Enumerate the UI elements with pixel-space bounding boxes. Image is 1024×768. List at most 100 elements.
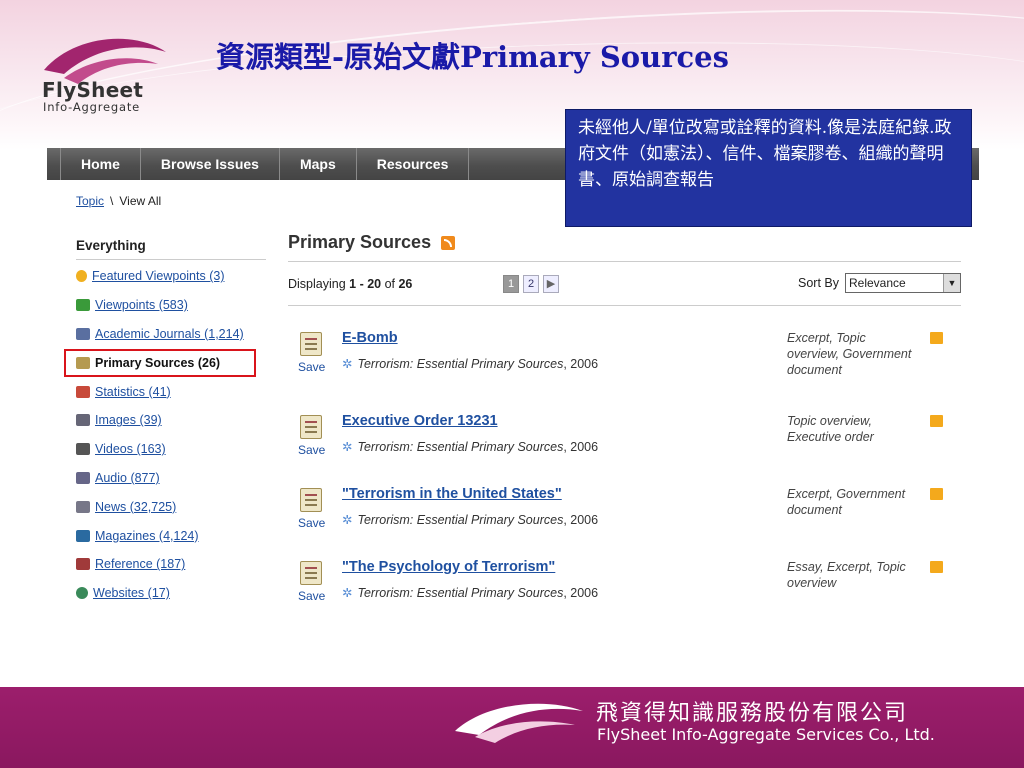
sidebar-item-label[interactable]: Magazines (4,124) <box>95 529 199 543</box>
content-flag-icon <box>930 561 943 573</box>
result-item: Save "The Psychology of Terrorism" ✲ Terr… <box>288 557 961 629</box>
sidebar-item-videos[interactable]: Videos (163) <box>76 435 271 464</box>
document-scroll-icon[interactable] <box>300 561 322 585</box>
result-doc-types: Excerpt, Topic overview, Government docu… <box>787 331 912 377</box>
displaying-of: of <box>381 276 399 291</box>
company-name-chinese: 飛資得知識服務股份有限公司 <box>596 701 909 726</box>
result-source-title: Terrorism: Essential Primary Sources <box>357 440 564 454</box>
bar-chart-icon <box>76 385 90 398</box>
nav-resources[interactable]: Resources <box>357 148 470 180</box>
speaker-icon <box>76 471 90 484</box>
breadcrumb-topic-link[interactable]: Topic <box>76 194 104 208</box>
displaying-prefix: Displaying <box>288 276 350 291</box>
slide-footer: 飛資得知識服務股份有限公司 FlySheet Info-Aggregate Se… <box>0 687 1024 768</box>
result-source-title: Terrorism: Essential Primary Sources <box>357 513 564 527</box>
save-button[interactable]: Save <box>298 443 325 457</box>
video-icon <box>76 443 90 456</box>
result-source: ✲ Terrorism: Essential Primary Sources, 2… <box>342 439 598 454</box>
source-sparkle-icon: ✲ <box>342 513 353 527</box>
slide-title: 資源類型-原始文獻Primary Sources <box>216 40 729 74</box>
result-year: , 2006 <box>563 440 599 454</box>
sort-select[interactable]: Relevance ▼ <box>845 273 961 293</box>
sidebar-item-websites[interactable]: Websites (17) <box>76 579 271 608</box>
result-doc-types: Essay, Excerpt, Topic overview <box>787 560 906 590</box>
sidebar-item-featured-viewpoints[interactable]: Featured Viewpoints (3) <box>76 262 271 291</box>
source-sparkle-icon: ✲ <box>342 357 353 371</box>
sidebar-item-label[interactable]: Statistics (41) <box>95 385 171 399</box>
company-name-english: FlySheet Info-Aggregate Services Co., Lt… <box>597 725 935 744</box>
result-source: ✲ Terrorism: Essential Primary Sources, 2… <box>342 356 598 371</box>
save-button[interactable]: Save <box>298 589 325 603</box>
sidebar-item-magazines[interactable]: Magazines (4,124) <box>76 521 271 550</box>
sidebar-item-images[interactable]: Images (39) <box>76 406 271 435</box>
displaying-total: 26 <box>398 276 413 291</box>
document-scroll-icon[interactable] <box>300 415 322 439</box>
displaying-text: Displaying 1 - 20 of 26 <box>288 277 412 291</box>
result-doc-types: Excerpt, Government document <box>787 487 906 517</box>
results-toolbar: Displaying 1 - 20 of 26 1 2 ▶ Sort By Re… <box>288 262 961 306</box>
results-heading: Primary Sources <box>288 232 961 262</box>
results-main: Primary Sources Displaying 1 - 20 of 26 … <box>288 232 961 603</box>
chat-bubbles-icon <box>76 299 90 312</box>
result-source-title: Terrorism: Essential Primary Sources <box>357 357 564 371</box>
sidebar-item-label[interactable]: Audio (877) <box>95 471 160 485</box>
sidebar-item-label[interactable]: Reference (187) <box>95 557 185 571</box>
source-sparkle-icon: ✲ <box>342 440 353 454</box>
sidebar-item-academic-journals[interactable]: Academic Journals (1,214) <box>76 320 271 349</box>
nav-maps[interactable]: Maps <box>280 148 357 180</box>
displaying-range: 1 - 20 <box>349 276 382 291</box>
result-source-title: Terrorism: Essential Primary Sources <box>357 586 564 600</box>
nav-home[interactable]: Home <box>61 148 141 180</box>
sidebar-item-audio[interactable]: Audio (877) <box>76 464 271 493</box>
document-scroll-icon[interactable] <box>300 488 322 512</box>
page-1-button[interactable]: 1 <box>503 275 519 293</box>
content-flag-icon <box>930 488 943 500</box>
sidebar-item-viewpoints[interactable]: Viewpoints (583) <box>76 291 271 320</box>
sidebar-item-label[interactable]: Featured Viewpoints (3) <box>92 269 224 283</box>
definition-callout: 未經他人/單位改寫或詮釋的資料.像是法庭紀錄.政府文件（如憲法）、信件、檔案膠卷… <box>565 109 972 227</box>
journal-icon <box>76 327 90 340</box>
magazine-icon <box>76 529 90 542</box>
result-title-link[interactable]: "Terrorism in the United States" <box>342 486 562 502</box>
result-source: ✲ Terrorism: Essential Primary Sources, 2… <box>342 512 598 527</box>
sidebar-item-label[interactable]: Images (39) <box>95 413 162 427</box>
logo-text: FlySheet <box>42 78 144 102</box>
sidebar-heading: Everything <box>76 238 266 260</box>
dropdown-arrow-icon[interactable]: ▼ <box>943 274 960 292</box>
result-item: Save "Terrorism in the United States" ✲ T… <box>288 484 961 556</box>
content-type-sidebar: Everything Featured Viewpoints (3) Viewp… <box>64 238 271 608</box>
active-highlight-box <box>64 349 256 378</box>
sidebar-item-statistics[interactable]: Statistics (41) <box>76 377 271 406</box>
sidebar-item-primary-sources[interactable]: Primary Sources (26) <box>64 348 271 378</box>
result-title-link[interactable]: Executive Order 13231 <box>342 413 498 429</box>
breadcrumb-current: View All <box>119 194 162 208</box>
sidebar-item-label[interactable]: Websites (17) <box>93 586 170 600</box>
next-page-icon[interactable]: ▶ <box>543 275 559 293</box>
logo-subtext: Info-Aggregate <box>43 100 141 114</box>
content-flag-icon <box>930 332 943 344</box>
sidebar-item-label[interactable]: Videos (163) <box>95 442 166 456</box>
sidebar-item-reference[interactable]: Reference (187) <box>76 550 271 579</box>
rss-feed-icon[interactable] <box>441 235 456 250</box>
document-scroll-icon[interactable] <box>300 332 322 356</box>
sidebar-item-label[interactable]: Academic Journals (1,214) <box>95 327 244 341</box>
lightbulb-icon <box>76 270 87 283</box>
page-2-button[interactable]: 2 <box>523 275 539 293</box>
sidebar-item-label[interactable]: News (32,725) <box>95 500 176 514</box>
sidebar-item-label[interactable]: Viewpoints (583) <box>95 298 188 312</box>
save-button[interactable]: Save <box>298 360 325 374</box>
footer-wing-logo-icon <box>455 703 583 743</box>
breadcrumb: Topic \ View All <box>76 194 161 208</box>
result-item: Save Executive Order 13231 ✲ Terrorism: E… <box>288 411 961 483</box>
breadcrumb-separator: \ <box>110 194 114 208</box>
result-title-link[interactable]: E-Bomb <box>342 330 398 346</box>
result-title-link[interactable]: "The Psychology of Terrorism" <box>342 559 555 575</box>
result-source: ✲ Terrorism: Essential Primary Sources, 2… <box>342 585 598 600</box>
result-item: Save E-Bomb ✲ Terrorism: Essential Primar… <box>288 328 961 400</box>
sidebar-item-news[interactable]: News (32,725) <box>76 492 271 521</box>
result-year: , 2006 <box>563 513 599 527</box>
sort-selected-value: Relevance <box>849 276 906 290</box>
save-button[interactable]: Save <box>298 516 325 530</box>
nav-browse-issues[interactable]: Browse Issues <box>141 148 280 180</box>
result-year: , 2006 <box>563 357 599 371</box>
